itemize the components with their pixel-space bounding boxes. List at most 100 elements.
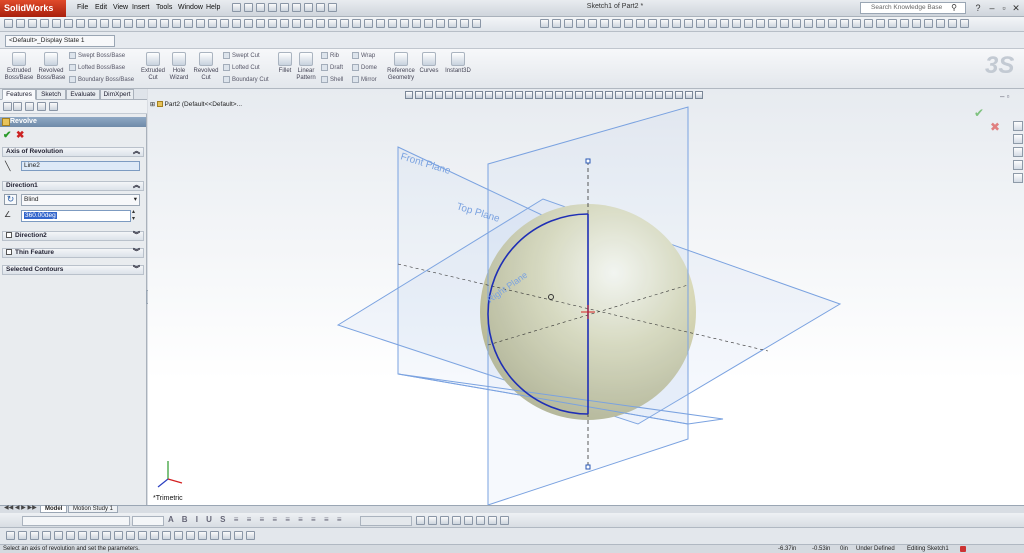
tool-icon[interactable] [246,531,255,540]
dimxpert-manager-icon[interactable] [37,102,46,111]
font-select[interactable] [22,516,130,526]
tool-icon[interactable] [208,19,217,28]
tool-icon[interactable] [328,19,337,28]
tool-icon[interactable] [924,19,933,28]
display-state-select[interactable]: <Default>_Display State 1 [5,35,115,47]
tool-icon[interactable] [708,19,717,28]
menu-edit[interactable]: Edit [92,3,110,13]
tool-icon[interactable] [936,19,945,28]
app-logo[interactable]: SolidWorks [0,0,66,17]
tool-icon[interactable] [136,19,145,28]
tool-icon[interactable] [804,19,813,28]
lofted-cut-button[interactable]: Lofted Cut [223,64,260,72]
close-icon[interactable]: ✕ [1010,2,1022,14]
rebuild-icon[interactable] [304,3,313,12]
tool-icon[interactable] [612,19,621,28]
tool-icon[interactable] [148,19,157,28]
tool-icon[interactable] [400,19,409,28]
tool-icon[interactable] [660,19,669,28]
select-icon[interactable] [292,3,301,12]
solidworks-resources-icon[interactable] [1013,121,1023,131]
tool-icon[interactable] [768,19,777,28]
tool-icon[interactable] [76,19,85,28]
angle-input[interactable]: 360.00deg [21,210,131,222]
tool-icon[interactable] [16,19,25,28]
tool-icon[interactable] [88,19,97,28]
tab-sketch[interactable]: Sketch [36,89,66,100]
thin-feature-checkbox[interactable] [6,249,12,256]
file-explorer-icon[interactable] [1013,147,1023,157]
save-icon[interactable] [256,3,265,12]
tool-icon[interactable] [102,531,111,540]
tool-icon[interactable] [364,19,373,28]
rib-button[interactable]: Rib [321,52,339,60]
extruded-boss-button[interactable]: Extruded Boss/Base [4,52,34,82]
tool-icon[interactable] [340,19,349,28]
spin-up-icon[interactable]: ▴ [132,209,135,215]
tool-icon[interactable] [864,19,873,28]
tool-icon[interactable] [162,531,171,540]
tool-icon[interactable] [90,531,99,540]
tool-icon[interactable] [376,19,385,28]
tool-icon[interactable] [648,19,657,28]
rebuild-status-icon[interactable] [960,546,966,552]
tool-icon[interactable] [792,19,801,28]
tool-icon[interactable] [124,19,133,28]
tool-icon[interactable] [780,19,789,28]
tool-icon[interactable] [696,19,705,28]
tool-icon[interactable] [126,531,135,540]
curves-button[interactable]: Curves [418,52,440,75]
tool-icon[interactable] [304,19,313,28]
tool-icon[interactable] [960,19,969,28]
tool-icon[interactable] [174,531,183,540]
tool-icon[interactable] [852,19,861,28]
tool-icon[interactable] [4,19,13,28]
extruded-cut-button[interactable]: Extruded Cut [139,52,167,82]
tool-icon[interactable] [600,19,609,28]
tool-icon[interactable] [42,531,51,540]
tool-icon[interactable] [234,531,243,540]
tool-icon[interactable] [948,19,957,28]
tool-icon[interactable] [232,19,241,28]
tool-icon[interactable] [448,19,457,28]
tool-icon[interactable] [424,19,433,28]
tool-icon[interactable] [552,19,561,28]
minimize-icon[interactable]: – [986,2,998,14]
group-thin-feature[interactable]: Thin Feature ︾ [2,248,144,258]
tool-icon[interactable] [624,19,633,28]
menu-file[interactable]: File [74,3,91,13]
tab-model[interactable]: Model [40,505,68,513]
tool-icon[interactable] [150,531,159,540]
tool-icon[interactable] [210,531,219,540]
menu-help[interactable]: Help [203,3,223,13]
tool-icon[interactable] [472,19,481,28]
tool-icon[interactable] [28,19,37,28]
mirror-button[interactable]: Mirror [352,76,377,84]
axis-selection-field[interactable]: Line2 [21,161,140,171]
group-selected-contours[interactable]: Selected Contours ︾ [2,265,144,275]
tool-icon[interactable] [6,531,15,540]
lofted-boss-button[interactable]: Lofted Boss/Base [69,64,125,72]
confirm-cancel-icon[interactable]: ✖ [990,120,1000,134]
tool-icon[interactable] [412,19,421,28]
revolved-boss-button[interactable]: Revolved Boss/Base [36,52,66,82]
tool-icon[interactable] [112,19,121,28]
tool-icon[interactable] [18,531,27,540]
group-axis-of-revolution[interactable]: Axis of Revolution ︽ [2,147,144,157]
custom-properties-icon[interactable] [1013,173,1023,183]
tool-icon[interactable] [540,19,549,28]
tool-icon[interactable] [576,19,585,28]
reference-geometry-button[interactable]: Reference Geometry [384,52,418,82]
ok-icon[interactable]: ✔ [3,130,11,141]
tool-icon[interactable] [52,19,61,28]
tool-icon[interactable] [476,516,485,525]
tool-icon[interactable] [222,531,231,540]
wrap-button[interactable]: Wrap [352,52,375,60]
tool-icon[interactable] [198,531,207,540]
menu-window[interactable]: Window [175,3,206,13]
tool-icon[interactable] [388,19,397,28]
tool-icon[interactable] [30,531,39,540]
configuration-manager-icon[interactable] [25,102,34,111]
tool-icon[interactable] [40,19,49,28]
tool-icon[interactable] [316,19,325,28]
